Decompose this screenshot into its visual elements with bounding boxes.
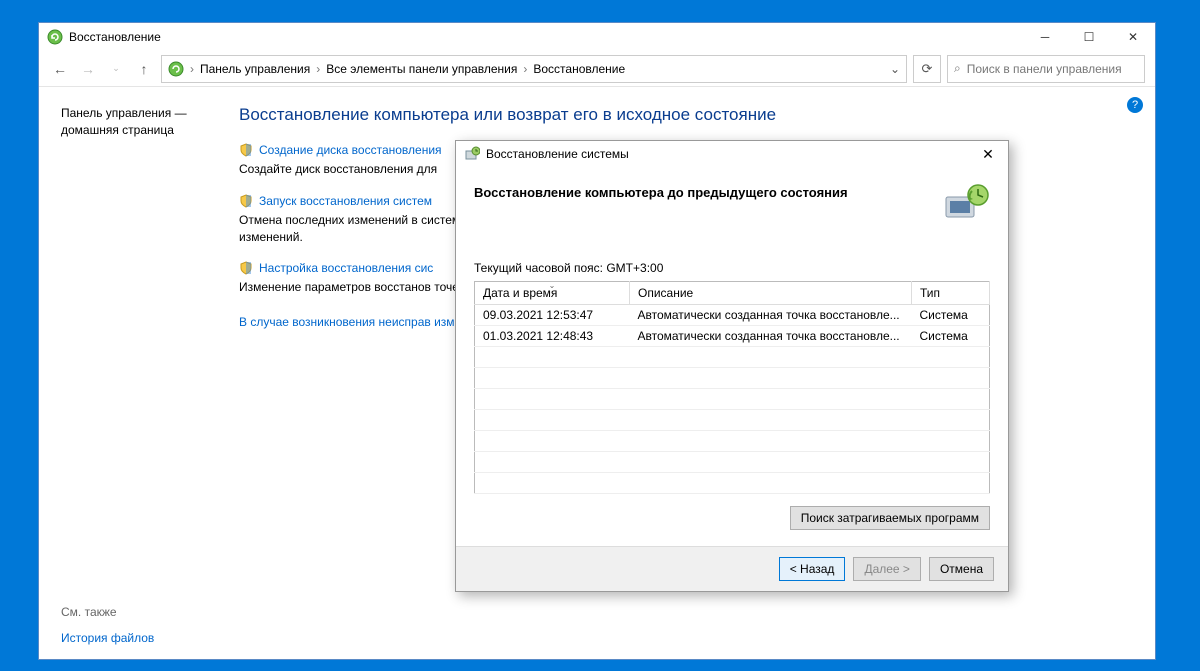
breadcrumb-3[interactable]: Восстановление xyxy=(533,62,625,76)
window-title: Восстановление xyxy=(69,30,161,44)
dialog-body: Восстановление компьютера до предыдущего… xyxy=(456,167,1008,546)
address-bar[interactable]: › Панель управления › Все элементы панел… xyxy=(161,55,907,83)
search-icon: ⌕ xyxy=(954,61,961,76)
recovery-icon xyxy=(168,61,184,77)
dialog-heading-row: Восстановление компьютера до предыдущего… xyxy=(474,183,990,223)
restore-icon xyxy=(464,146,480,162)
search-placeholder: Поиск в панели управления xyxy=(967,62,1122,76)
scan-affected-programs-button[interactable]: Поиск затрагиваемых программ xyxy=(790,506,990,530)
help-icon[interactable]: ? xyxy=(1127,97,1143,113)
dialog-titlebar: Восстановление системы ✕ xyxy=(456,141,1008,167)
breadcrumb-1[interactable]: Панель управления xyxy=(200,62,310,76)
dialog-close-button[interactable]: ✕ xyxy=(968,146,1008,163)
maximize-button[interactable]: ☐ xyxy=(1067,23,1111,51)
page-heading: Восстановление компьютера или возврат ег… xyxy=(239,105,1133,125)
window-controls: ─ ☐ ✕ xyxy=(1023,23,1155,51)
see-also-label: См. также xyxy=(61,605,154,619)
sort-indicator-icon: ⌄ xyxy=(549,281,556,290)
back-button[interactable]: < Назад xyxy=(779,557,846,581)
up-button[interactable]: ↑ xyxy=(133,58,155,80)
table-row: . xyxy=(475,389,990,410)
table-row: . xyxy=(475,431,990,452)
search-input[interactable]: ⌕ Поиск в панели управления xyxy=(947,55,1145,83)
nav-toolbar: ← → ⌄ ↑ › Панель управления › Все элемен… xyxy=(39,51,1155,87)
configure-restore-link[interactable]: Настройка восстановления сис xyxy=(259,261,433,275)
close-button[interactable]: ✕ xyxy=(1111,23,1155,51)
minimize-button[interactable]: ─ xyxy=(1023,23,1067,51)
col-description[interactable]: Описание xyxy=(630,282,912,305)
breadcrumb-sep: › xyxy=(316,62,320,76)
recovery-icon xyxy=(47,29,63,45)
timezone-label: Текущий часовой пояс: GMT+3:00 xyxy=(474,261,990,275)
breadcrumb-sep: › xyxy=(523,62,527,76)
dialog-heading-text: Восстановление компьютера до предыдущего… xyxy=(474,183,932,200)
table-row: . xyxy=(475,347,990,368)
table-row: . xyxy=(475,410,990,431)
titlebar: Восстановление ─ ☐ ✕ xyxy=(39,23,1155,51)
dialog-title-text: Восстановление системы xyxy=(486,147,629,161)
table-row[interactable]: 01.03.2021 12:48:43 Автоматически создан… xyxy=(475,326,990,347)
table-row[interactable]: 09.03.2021 12:53:47 Автоматически создан… xyxy=(475,305,990,326)
system-restore-link[interactable]: Запуск восстановления систем xyxy=(259,194,432,208)
col-datetime[interactable]: ⌄Дата и время xyxy=(475,282,630,305)
control-panel-home-link[interactable]: Панель управления — домашняя страница xyxy=(61,105,239,139)
restore-points-table[interactable]: ⌄Дата и время Описание Тип 09.03.2021 12… xyxy=(474,281,990,494)
shield-icon xyxy=(239,143,253,157)
forward-button[interactable]: → xyxy=(77,58,99,80)
recent-dropdown[interactable]: ⌄ xyxy=(105,58,127,80)
address-dropdown[interactable]: ⌄ xyxy=(890,62,900,76)
breadcrumb-2[interactable]: Все элементы панели управления xyxy=(326,62,517,76)
sidebar: Панель управления — домашняя страница xyxy=(61,105,239,331)
create-recovery-drive-link[interactable]: Создание диска восстановления xyxy=(259,143,442,157)
col-type[interactable]: Тип xyxy=(912,282,990,305)
cancel-button[interactable]: Отмена xyxy=(929,557,994,581)
table-row: . xyxy=(475,473,990,494)
see-also: См. также История файлов xyxy=(61,605,154,645)
restore-large-icon xyxy=(942,183,990,223)
table-row: . xyxy=(475,368,990,389)
refresh-button[interactable]: ⟳ xyxy=(913,55,941,83)
shield-icon xyxy=(239,194,253,208)
scan-button-row: Поиск затрагиваемых программ xyxy=(474,506,990,530)
system-restore-dialog: Восстановление системы ✕ Восстановление … xyxy=(455,140,1009,592)
table-row: . xyxy=(475,452,990,473)
back-button[interactable]: ← xyxy=(49,58,71,80)
next-button[interactable]: Далее > xyxy=(853,557,921,581)
shield-icon xyxy=(239,261,253,275)
breadcrumb-sep: › xyxy=(190,62,194,76)
file-history-link[interactable]: История файлов xyxy=(61,631,154,645)
dialog-footer: < Назад Далее > Отмена xyxy=(456,546,1008,591)
